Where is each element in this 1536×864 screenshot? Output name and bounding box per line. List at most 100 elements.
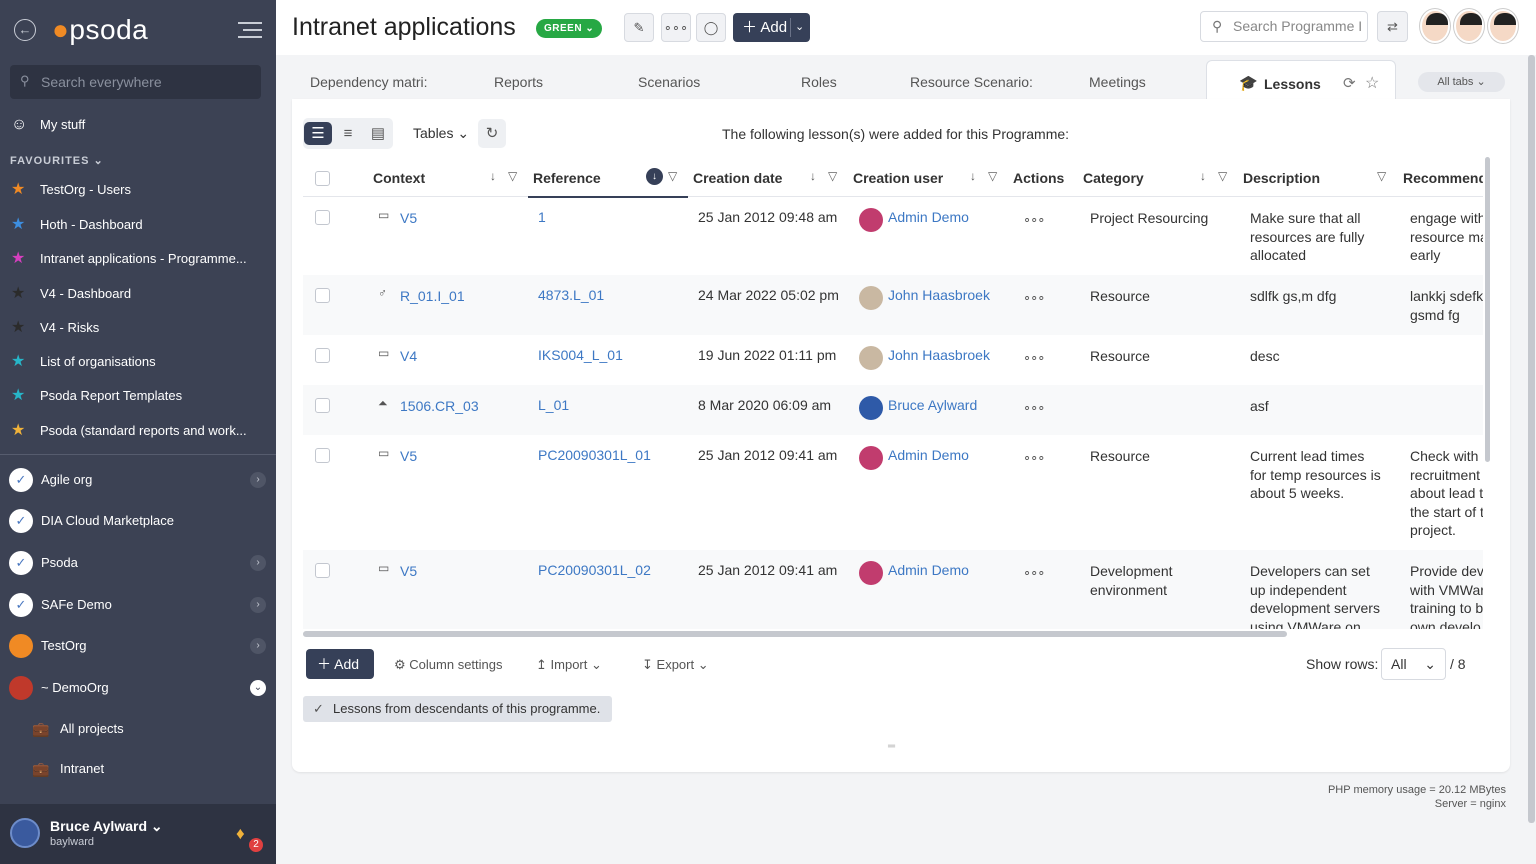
all-projects-link[interactable]: 💼 All projects (0, 714, 276, 744)
reference-link[interactable]: IKS004_L_01 (538, 346, 623, 365)
resize-handle-icon[interactable]: ═ (888, 741, 895, 752)
favourite-item[interactable]: ★ Intranet applications - Programme... (0, 244, 276, 274)
user-name[interactable]: Bruce Aylward ⌄ (50, 818, 163, 835)
all-tabs-dropdown[interactable]: All tabs ⌄ (1418, 72, 1505, 92)
tab-roles[interactable]: Roles (801, 74, 837, 90)
more-options-icon[interactable]: ∘∘∘ (661, 13, 691, 42)
org-item[interactable]: ✓ Agile org › (0, 463, 276, 497)
show-rows-select[interactable]: All ⌄ (1381, 648, 1446, 680)
column-recommendation[interactable]: Recommend (1403, 170, 1483, 186)
context-link[interactable]: R_01.I_01 (400, 287, 465, 306)
tab-lessons[interactable]: 🎓 Lessons ⟳ ☆ (1206, 60, 1396, 100)
favourites-header[interactable]: FAVOURITES ⌄ (10, 154, 104, 167)
table-row[interactable]: ▭ V4 IKS004_L_01 19 Jun 2022 01:11 pm John H… (303, 335, 1483, 385)
tab-dependency-matrix[interactable]: Dependency matri: (310, 74, 428, 90)
back-icon[interactable]: ← (14, 19, 36, 41)
list-view-icon[interactable]: ☰ (304, 122, 332, 145)
org-item[interactable]: ~ DemoOrg ⌄ (0, 671, 276, 705)
user-link[interactable]: Admin Demo (888, 561, 969, 580)
page-scrollbar[interactable] (1528, 55, 1535, 823)
sort-active-icon[interactable]: ↓ (646, 168, 663, 185)
org-item[interactable]: ✓ SAFe Demo › (0, 588, 276, 622)
table-row[interactable]: ♂ R_01.I_01 4873.L_01 24 Mar 2022 05:02 pm J… (303, 275, 1483, 335)
filter-icon[interactable]: ▽ (1377, 169, 1386, 183)
favourite-item[interactable]: ★ V4 - Dashboard (0, 279, 276, 309)
org-item[interactable]: ✓ Psoda › (0, 546, 276, 580)
chevron-right-icon[interactable]: › (250, 555, 266, 571)
add-button[interactable]: ＋ Add ⌄ (733, 13, 810, 42)
descendants-toggle[interactable]: ✓ Lessons from descendants of this progra… (303, 696, 612, 722)
my-stuff-link[interactable]: ☺ My stuff (0, 110, 276, 140)
org-item[interactable]: ✓ DIA Cloud Marketplace (0, 504, 276, 538)
chevron-right-icon[interactable]: › (250, 597, 266, 613)
org-item[interactable]: TestOrg › (0, 629, 276, 663)
table-row[interactable]: ▭ V5 PC20090301L_01 25 Jan 2012 09:41 am Adm… (303, 435, 1483, 550)
column-creation-user[interactable]: Creation user (853, 170, 943, 186)
tables-dropdown[interactable]: Tables ⌄ (413, 125, 469, 142)
chevron-down-icon[interactable]: ⌄ (250, 680, 266, 696)
table-row[interactable]: ⏶ 1506.CR_03 L_01 8 Mar 2020 06:09 am Bruce … (303, 385, 1483, 435)
user-link[interactable]: Admin Demo (888, 208, 969, 227)
row-checkbox[interactable] (315, 448, 330, 463)
sort-icon[interactable]: ↓ (810, 169, 816, 183)
column-category[interactable]: Category (1083, 170, 1144, 186)
row-checkbox[interactable] (315, 398, 330, 413)
team-avatar[interactable] (1488, 9, 1518, 43)
collapse-menu-icon[interactable] (238, 22, 262, 38)
favourite-item[interactable]: ★ V4 - Risks (0, 313, 276, 343)
search-everywhere-input[interactable]: ⚲ Search everywhere (10, 65, 261, 99)
sort-icon[interactable]: ↓ (1200, 169, 1206, 183)
favourite-item[interactable]: ★ Psoda (standard reports and work... (0, 416, 276, 446)
filter-icon[interactable]: ▽ (988, 169, 997, 183)
row-actions-icon[interactable]: ∘∘∘ (1023, 350, 1045, 366)
chevron-right-icon[interactable]: › (250, 638, 266, 654)
column-creation-date[interactable]: Creation date (693, 170, 782, 186)
filter-icon[interactable]: ▽ (1218, 169, 1227, 183)
psoda-logo[interactable]: ●psoda (52, 14, 148, 46)
star-icon[interactable]: ☆ (1365, 73, 1379, 93)
favourite-item[interactable]: ★ TestOrg - Users (0, 175, 276, 205)
user-link[interactable]: John Haasbroek (888, 286, 990, 305)
reference-link[interactable]: L_01 (538, 396, 569, 415)
intranet-link[interactable]: 💼 Intranet (0, 754, 276, 784)
chevron-right-icon[interactable]: › (250, 472, 266, 488)
tab-reports[interactable]: Reports (494, 74, 543, 90)
filter-icon[interactable]: ▽ (828, 169, 837, 183)
compact-view-icon[interactable]: ≡ (334, 122, 362, 145)
tag-icon[interactable]: ◯ (696, 13, 726, 42)
sort-icon[interactable]: ↓ (970, 169, 976, 183)
column-reference[interactable]: Reference (533, 170, 601, 186)
refresh-icon[interactable]: ⟳ (1343, 74, 1356, 92)
switch-view-icon[interactable]: ⇄ (1377, 11, 1408, 42)
column-context[interactable]: Context (373, 170, 425, 186)
reference-link[interactable]: PC20090301L_02 (538, 561, 651, 580)
user-link[interactable]: John Haasbroek (888, 346, 990, 365)
row-checkbox[interactable] (315, 288, 330, 303)
tab-meetings[interactable]: Meetings (1089, 74, 1146, 90)
column-settings-button[interactable]: ⚙ Column settings (394, 657, 503, 673)
status-badge[interactable]: GREEN ⌄ (536, 19, 603, 38)
add-lesson-button[interactable]: ＋ Add (306, 649, 374, 679)
horizontal-scrollbar[interactable] (303, 631, 1287, 637)
reference-link[interactable]: PC20090301L_01 (538, 446, 651, 465)
import-button[interactable]: ↥ Import ⌄ (536, 657, 602, 673)
row-actions-icon[interactable]: ∘∘∘ (1023, 400, 1045, 416)
user-link[interactable]: Admin Demo (888, 446, 969, 465)
programme-search-input[interactable]: ⚲ Search Programme I (1200, 11, 1368, 42)
tab-scenarios[interactable]: Scenarios (638, 74, 700, 90)
context-link[interactable]: V5 (400, 447, 417, 466)
column-description[interactable]: Description (1243, 170, 1320, 186)
notifications-bell-icon[interactable]: ♦ (236, 824, 245, 844)
select-all-checkbox[interactable] (315, 171, 330, 186)
table-row[interactable]: ▭ V5 PC20090301L_02 25 Jan 2012 09:41 am Adm… (303, 550, 1483, 629)
context-link[interactable]: V5 (400, 562, 417, 581)
filter-icon[interactable]: ▽ (508, 169, 517, 183)
user-panel[interactable]: Bruce Aylward ⌄ baylward ♦ 2 (0, 804, 276, 864)
team-avatar[interactable] (1420, 9, 1450, 43)
reference-link[interactable]: 1 (538, 208, 546, 227)
user-link[interactable]: Bruce Aylward (888, 396, 977, 415)
row-checkbox[interactable] (315, 563, 330, 578)
row-actions-icon[interactable]: ∘∘∘ (1023, 450, 1045, 466)
row-actions-icon[interactable]: ∘∘∘ (1023, 565, 1045, 581)
context-link[interactable]: V4 (400, 347, 417, 366)
